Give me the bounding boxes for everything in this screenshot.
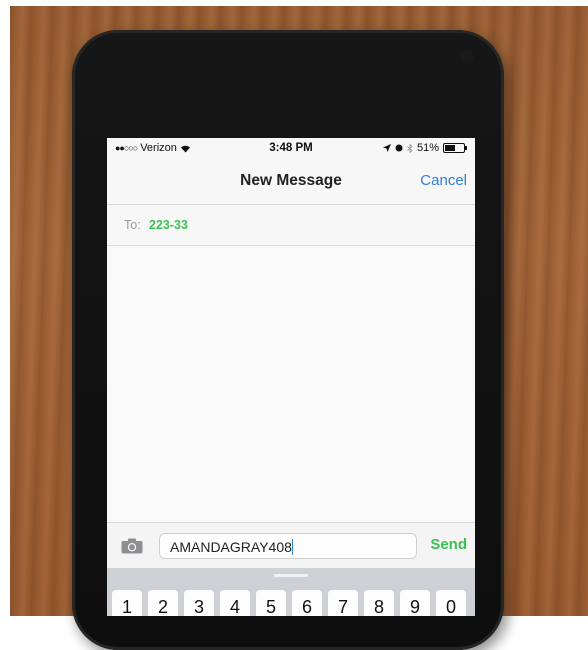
location-arrow-icon <box>382 144 391 152</box>
front-camera-icon <box>460 50 474 64</box>
message-input[interactable]: AMANDAGRAY408 <box>159 533 417 559</box>
battery-icon <box>443 143 467 153</box>
key-4[interactable]: 4 <box>220 590 250 616</box>
recipient-field[interactable]: To: 223-33 <box>107 205 475 246</box>
status-right: 51% <box>382 142 467 154</box>
recipient-value[interactable]: 223-33 <box>149 218 188 232</box>
message-text: AMANDAGRAY408 <box>170 539 292 555</box>
battery-percent: 51% <box>416 142 439 154</box>
phone-screen: ●●○○○ Verizon 3:48 PM 51% New Message Ca… <box>107 138 475 616</box>
key-1[interactable]: 1 <box>112 590 142 616</box>
key-9[interactable]: 9 <box>400 590 430 616</box>
key-0[interactable]: 0 <box>436 590 466 616</box>
send-button[interactable]: Send <box>430 536 467 553</box>
key-2[interactable]: 2 <box>148 590 178 616</box>
alarm-icon <box>395 144 403 152</box>
keyboard-drag-handle[interactable] <box>274 574 308 577</box>
number-key-row: 1234567890 <box>112 590 466 616</box>
compose-bar: AMANDAGRAY408 Send <box>107 522 475 569</box>
key-3[interactable]: 3 <box>184 590 214 616</box>
key-5[interactable]: 5 <box>256 590 286 616</box>
key-8[interactable]: 8 <box>364 590 394 616</box>
bluetooth-icon <box>407 143 413 153</box>
battery-level-fill <box>445 145 456 151</box>
conversation-area <box>107 246 475 522</box>
cancel-button[interactable]: Cancel <box>420 172 467 189</box>
key-7[interactable]: 7 <box>328 590 358 616</box>
keyboard: 1234567890 <box>107 568 475 616</box>
navigation-bar: New Message Cancel <box>107 160 475 205</box>
status-bar: ●●○○○ Verizon 3:48 PM 51% <box>107 138 475 158</box>
key-6[interactable]: 6 <box>292 590 322 616</box>
camera-icon[interactable] <box>121 538 143 554</box>
text-cursor <box>291 539 294 555</box>
recipient-label: To: <box>124 218 141 232</box>
